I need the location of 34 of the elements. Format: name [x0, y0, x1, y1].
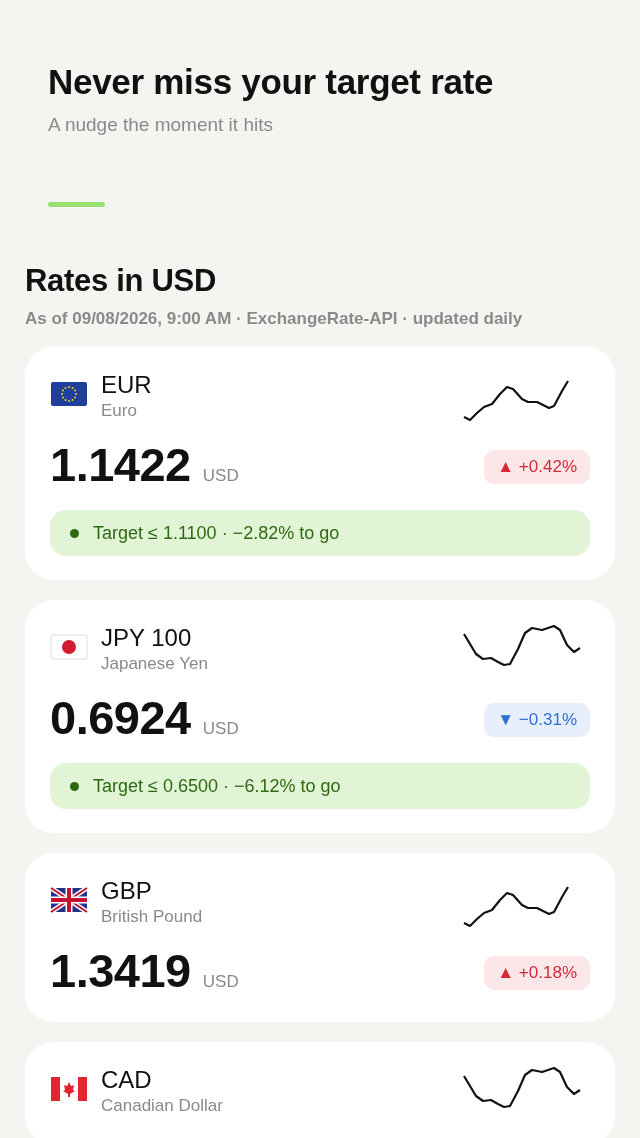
section-title: Rates in USD — [25, 263, 218, 299]
flag-icon — [50, 1074, 88, 1104]
currency-code: CAD — [101, 1066, 153, 1094]
rate-card[interactable]: CAD Canadian Dollar — [25, 1042, 615, 1138]
target-text: Target ≤ 1.1100 · −2.82% to go — [93, 522, 340, 544]
flag-icon — [50, 632, 88, 662]
currency-name: Japanese Yen — [101, 654, 209, 674]
rate-unit: USD — [202, 719, 239, 739]
currency-name: Euro — [101, 401, 138, 421]
rate-card[interactable]: GBP British Pound 1.3419 USD ▲ +0.18% — [25, 853, 615, 1022]
accent-bar — [48, 202, 105, 207]
flag-icon — [50, 885, 88, 915]
rate-value: 1.3419 — [50, 943, 191, 998]
rate-card[interactable]: EUR Euro 1.1422 USD ▲ +0.42% Target ≤ 1.1100 · −2.82% to go — [25, 347, 615, 580]
status-dot-icon — [70, 781, 79, 791]
flag-icon — [50, 379, 88, 409]
rate-card[interactable]: JPY 100 Japanese Yen 0.6924 USD ▼ −0.31% Target ≤ 0.6500 · −6.12% to go — [25, 600, 615, 833]
target-text: Target ≤ 0.6500 · −6.12% to go — [93, 775, 341, 797]
section-meta: As of 09/08/2026, 9:00 AM · ExchangeRate-API · updated daily — [25, 309, 524, 329]
change-badge: ▲ +0.18% — [484, 956, 590, 990]
currency-code: GBP — [101, 877, 153, 905]
currency-code: EUR — [101, 371, 153, 399]
rate-value: 1.1422 — [50, 437, 191, 492]
hero-title: Never miss your target rate — [48, 62, 495, 102]
status-dot-icon — [70, 528, 79, 538]
currency-code: JPY 100 — [101, 624, 193, 652]
change-badge: ▲ +0.42% — [484, 450, 590, 484]
hero-subtitle: A nudge the moment it hits — [48, 114, 274, 136]
rate-unit: USD — [202, 972, 239, 992]
change-badge: ▼ −0.31% — [484, 703, 590, 737]
currency-name: Canadian Dollar — [101, 1096, 224, 1116]
currency-name: British Pound — [101, 907, 204, 927]
rate-unit: USD — [202, 466, 239, 486]
rate-value: 0.6924 — [50, 690, 191, 745]
